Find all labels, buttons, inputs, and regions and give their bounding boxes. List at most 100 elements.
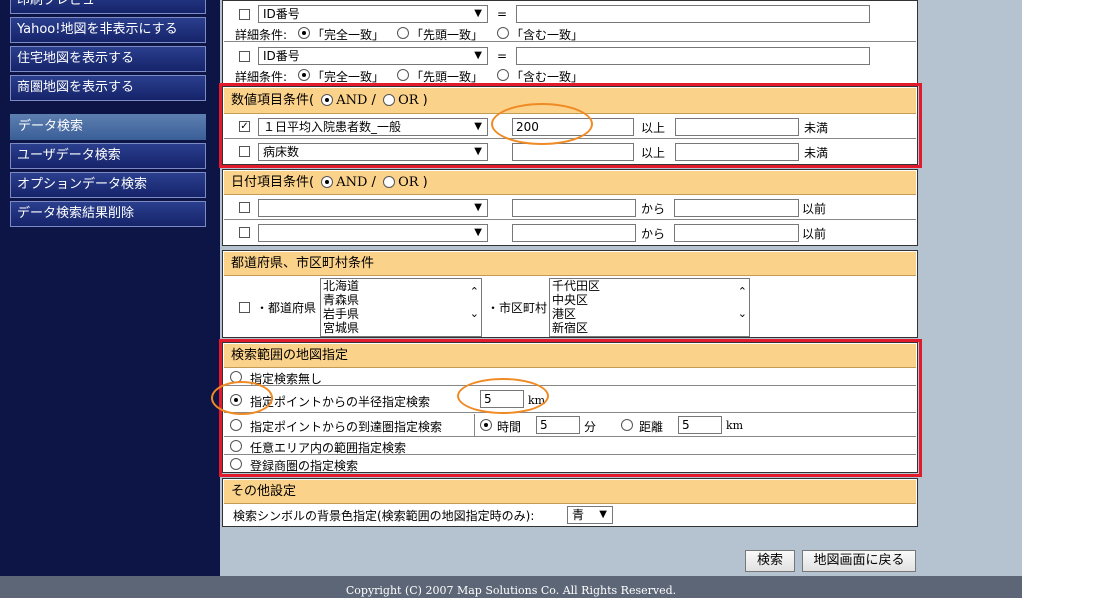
sidebar-item-label: ユーザデータ検索 — [17, 148, 121, 163]
select-value: ID番号 — [263, 7, 300, 21]
match-prefix-label: 「先頭一致」 — [411, 28, 484, 42]
sidebar-item-hide-yahoo-map[interactable]: Yahoo!地図を非表示にする — [10, 17, 206, 43]
close-paren: ) — [422, 175, 428, 190]
text-condition-checkbox[interactable] — [239, 51, 250, 62]
date-conditions-header: 日付項目条件( AND / OR ) — [224, 171, 916, 195]
background-color-select[interactable]: 青 ▼ — [567, 506, 613, 524]
select-value: ID番号 — [263, 49, 300, 63]
scrollbar-arrows-icon[interactable]: ⌃ ⌄ — [470, 281, 479, 325]
annotation-oval-value — [491, 103, 593, 145]
sidebar: 印刷プレビュー Yahoo!地図を非表示にする 住宅地図を表示する 商圏地図を表… — [0, 0, 220, 576]
sidebar-item-print-preview[interactable]: 印刷プレビュー — [10, 0, 206, 14]
region-conditions-panel: 都道府県、市区町村条件 ・都道府県 北海道 青森県 岩手県 宮城県 ⌃ ⌄ ・市区… — [222, 250, 918, 338]
list-item[interactable]: 北海道 — [323, 279, 481, 293]
date-condition-row: ▼ から 以前 — [224, 221, 916, 245]
sidebar-item-label: 商圏地図を表示する — [17, 80, 135, 95]
date-field-select[interactable]: ▼ — [258, 199, 488, 217]
annotation-oval-radius — [457, 378, 549, 414]
text-conditions-panel: ID番号 ▼ = 詳細条件: 「完全一致」 「先頭一致」 「含む一致」 ID番号 ▼… — [222, 0, 918, 84]
text-value-input[interactable] — [516, 5, 870, 23]
date-conditions-panel: 日付項目条件( AND / OR ) ▼ から 以前 ▼ から 以前 — [222, 169, 918, 246]
highlight-box-map-range — [219, 339, 922, 477]
region-checkbox[interactable] — [239, 302, 250, 313]
chevron-down-icon: ▼ — [474, 8, 482, 19]
before-label: 以前 — [802, 227, 827, 241]
annotation-oval-radio — [211, 381, 273, 415]
other-settings-panel: その他設定 検索シンボルの背景色指定(検索範囲の地図指定時のみ): 青 ▼ — [222, 478, 918, 527]
search-button[interactable]: 検索 — [745, 550, 795, 572]
before-label: 以前 — [802, 202, 827, 216]
section-title: データ検索 — [18, 119, 84, 134]
sidebar-item-user-data-search[interactable]: ユーザデータ検索 — [10, 143, 206, 169]
sidebar-item-label: データ検索結果削除 — [17, 206, 135, 221]
city-listbox[interactable]: 千代田区 中央区 港区 新宿区 ⌃ ⌄ — [549, 278, 750, 337]
match-contains-radio[interactable] — [497, 69, 509, 81]
date-condition-row: ▼ から 以前 — [224, 196, 916, 220]
sidebar-item-option-data-search[interactable]: オプションデータ検索 — [10, 172, 206, 198]
sidebar-item-delete-search-results[interactable]: データ検索結果削除 — [10, 201, 206, 227]
sidebar-section-data-search: データ検索 — [10, 114, 206, 140]
match-contains-radio[interactable] — [497, 27, 509, 39]
sidebar-item-show-residential-map[interactable]: 住宅地図を表示する — [10, 46, 206, 72]
section-title: その他設定 — [231, 484, 297, 499]
date-from-input[interactable] — [512, 199, 636, 217]
detail-condition-label: 詳細条件: — [235, 28, 288, 42]
select-value: 青 — [572, 508, 585, 522]
text-condition-row: ID番号 ▼ = 詳細条件: 「完全一致」 「先頭一致」 「含む一致」 — [224, 43, 916, 84]
sidebar-item-label: 印刷プレビュー — [17, 0, 109, 8]
separator: / — [371, 175, 376, 190]
copyright-text: Copyright (C) 2007 Map Solutions Co. All… — [345, 584, 677, 597]
match-prefix-radio[interactable] — [397, 69, 409, 81]
text-value-input[interactable] — [516, 47, 870, 65]
button-label: 検索 — [756, 553, 783, 568]
date-to-input[interactable] — [674, 224, 799, 242]
sidebar-item-label: Yahoo!地図を非表示にする — [17, 22, 178, 37]
date-or-radio[interactable] — [383, 176, 396, 188]
date-field-select[interactable]: ▼ — [258, 224, 488, 242]
date-to-input[interactable] — [674, 199, 799, 217]
equals-sign: = — [497, 7, 508, 21]
sidebar-item-label: オプションデータ検索 — [17, 177, 148, 192]
chevron-down-icon: ▼ — [474, 227, 482, 238]
text-field-select[interactable]: ID番号 ▼ — [258, 47, 488, 65]
list-item[interactable]: 中央区 — [552, 293, 749, 307]
scrollbar-arrows-icon[interactable]: ⌃ ⌄ — [738, 281, 747, 325]
prefecture-label: ・都道府県 — [256, 301, 317, 315]
text-condition-row: ID番号 ▼ = 詳細条件: 「完全一致」 「先頭一致」 「含む一致」 — [224, 1, 916, 42]
text-field-select[interactable]: ID番号 ▼ — [258, 5, 488, 23]
list-item[interactable]: 港区 — [552, 307, 749, 321]
back-to-map-button[interactable]: 地図画面に戻る — [802, 550, 916, 572]
chevron-down-icon: ▼ — [474, 50, 482, 61]
or-label: OR — [398, 175, 419, 190]
match-contains-label: 「含む一致」 — [511, 28, 584, 42]
match-exact-label: 「完全一致」 — [312, 28, 385, 42]
from-label: から — [641, 227, 666, 241]
sidebar-item-label: 住宅地図を表示する — [17, 51, 135, 66]
text-condition-checkbox[interactable] — [239, 9, 250, 20]
chevron-down-icon: ▼ — [474, 202, 482, 213]
other-settings-header: その他設定 — [224, 480, 916, 504]
prefecture-listbox[interactable]: 北海道 青森県 岩手県 宮城県 ⌃ ⌄ — [320, 278, 482, 337]
list-item[interactable]: 新宿区 — [552, 321, 749, 335]
date-and-radio[interactable] — [321, 176, 334, 188]
match-exact-radio[interactable] — [298, 27, 310, 39]
city-label: ・市区町村 — [487, 301, 548, 315]
chevron-down-icon: ▼ — [599, 509, 607, 520]
match-prefix-radio[interactable] — [397, 27, 409, 39]
date-from-input[interactable] — [512, 224, 636, 242]
region-header: 都道府県、市区町村条件 — [224, 252, 916, 276]
match-exact-radio[interactable] — [298, 69, 310, 81]
section-title: 日付項目条件( — [231, 175, 315, 190]
date-condition-checkbox[interactable] — [239, 202, 250, 213]
background-color-label: 検索シンボルの背景色指定(検索範囲の地図指定時のみ): — [233, 509, 535, 523]
from-label: から — [641, 202, 666, 216]
section-title: 都道府県、市区町村条件 — [231, 256, 375, 271]
footer: Copyright (C) 2007 Map Solutions Co. All… — [0, 576, 1022, 598]
list-item[interactable]: 宮城県 — [323, 321, 481, 335]
list-item[interactable]: 青森県 — [323, 293, 481, 307]
sidebar-item-show-trade-area-map[interactable]: 商圏地図を表示する — [10, 75, 206, 101]
date-condition-checkbox[interactable] — [239, 227, 250, 238]
list-item[interactable]: 千代田区 — [552, 279, 749, 293]
equals-sign: = — [497, 49, 508, 63]
list-item[interactable]: 岩手県 — [323, 307, 481, 321]
